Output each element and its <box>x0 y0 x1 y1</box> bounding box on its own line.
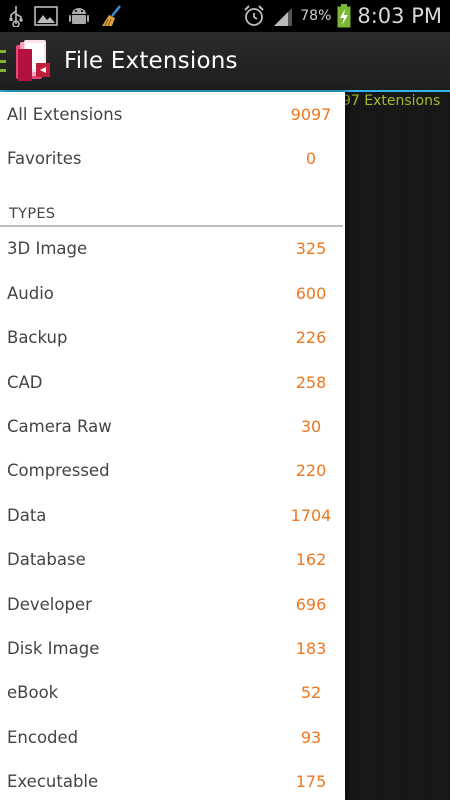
drawer-item-label: Camera Raw <box>7 417 112 437</box>
drawer-item-count: 183 <box>295 638 327 658</box>
drawer-item-count: 162 <box>295 550 327 570</box>
drawer-item-count: 30 <box>300 417 322 437</box>
navigation-drawer: All Extensions 9097 Favorites 0 TYPES 3D… <box>0 92 345 800</box>
app-logo-icon[interactable] <box>14 39 56 83</box>
drawer-item-label: eBook <box>7 683 59 703</box>
drawer-item-backup[interactable]: Backup 226 <box>0 316 345 360</box>
drawer-item-label: 3D Image <box>7 239 88 259</box>
drawer-item-count: 1704 <box>290 505 332 525</box>
system-icons: 78% 8:03 PM <box>242 4 450 28</box>
usb-icon <box>8 5 24 27</box>
drawer-toggle-icon[interactable] <box>0 50 8 72</box>
drawer-item-favorites[interactable]: Favorites 0 <box>0 136 345 180</box>
extension-count-text: 97 Extensions <box>342 93 441 109</box>
notification-icons <box>0 5 124 27</box>
drawer-item-3d-image[interactable]: 3D Image 325 <box>0 227 345 271</box>
drawer-item-ebook[interactable]: eBook 52 <box>0 671 345 715</box>
drawer-item-label: Executable <box>7 772 99 792</box>
drawer-item-label: Database <box>7 550 86 570</box>
broom-icon <box>100 5 124 27</box>
alarm-icon <box>242 4 266 28</box>
battery-percent: 78% <box>300 8 332 24</box>
drawer-item-count: 696 <box>295 594 327 614</box>
status-bar: 78% 8:03 PM <box>0 0 450 32</box>
drawer-item-data[interactable]: Data 1704 <box>0 493 345 537</box>
drawer-item-count: 258 <box>295 372 327 392</box>
drawer-item-count: 175 <box>295 772 327 792</box>
signal-icon <box>272 5 294 27</box>
drawer-item-count: 226 <box>295 328 327 348</box>
drawer-item-count: 93 <box>300 727 322 747</box>
drawer-item-compressed[interactable]: Compressed 220 <box>0 449 345 493</box>
drawer-item-count: 600 <box>295 283 327 303</box>
drawer-item-label: Backup <box>7 328 68 348</box>
page-title: File Extensions <box>64 48 238 74</box>
drawer-item-all-extensions[interactable]: All Extensions 9097 <box>0 92 345 136</box>
drawer-item-cad[interactable]: CAD 258 <box>0 360 345 404</box>
android-icon <box>68 5 90 27</box>
drawer-item-label: Compressed <box>7 461 110 481</box>
drawer-item-count: 325 <box>295 239 327 259</box>
drawer-item-label: Disk Image <box>7 638 100 658</box>
drawer-item-label: Data <box>7 505 47 525</box>
drawer-item-count: 220 <box>295 461 327 481</box>
drawer-item-camera-raw[interactable]: Camera Raw 30 <box>0 404 345 448</box>
drawer-item-label: Developer <box>7 594 92 614</box>
drawer-item-executable[interactable]: Executable 175 <box>0 759 345 800</box>
drawer-item-label: Audio <box>7 283 54 303</box>
drawer-item-count: 9097 <box>290 104 332 124</box>
drawer-item-encoded[interactable]: Encoded 93 <box>0 715 345 759</box>
types-section-header: TYPES <box>0 201 343 227</box>
action-bar: File Extensions <box>0 32 450 90</box>
battery-charging-icon <box>337 4 351 28</box>
drawer-item-count: 0 <box>305 149 317 169</box>
drawer-item-label: Favorites <box>7 149 82 169</box>
drawer-item-disk-image[interactable]: Disk Image 183 <box>0 626 345 670</box>
types-list: 3D Image 325 Audio 600 Backup 226 CAD 25… <box>0 227 345 800</box>
drawer-item-database[interactable]: Database 162 <box>0 538 345 582</box>
drawer-item-count: 52 <box>300 683 322 703</box>
drawer-item-label: CAD <box>7 372 43 392</box>
drawer-item-audio[interactable]: Audio 600 <box>0 271 345 315</box>
image-icon <box>34 6 58 26</box>
drawer-item-label: All Extensions <box>7 104 123 124</box>
drawer-item-label: Encoded <box>7 727 79 747</box>
drawer-item-developer[interactable]: Developer 696 <box>0 582 345 626</box>
clock: 8:03 PM <box>357 4 442 28</box>
